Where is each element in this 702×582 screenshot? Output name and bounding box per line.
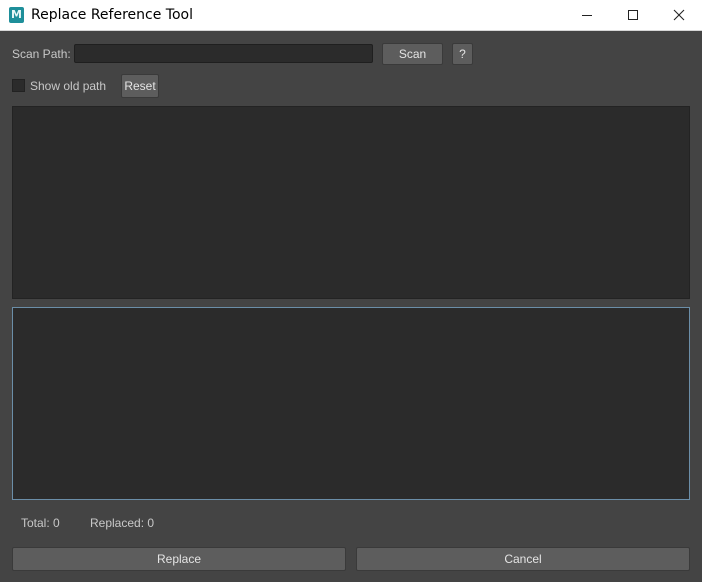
maximize-icon [628,10,638,20]
app-icon-letter: M [11,8,22,21]
close-icon [673,9,685,21]
path-list-panel[interactable] [12,307,690,500]
replace-button[interactable]: Replace [12,547,346,571]
window-title: Replace Reference Tool [31,7,193,23]
scan-path-field[interactable] [74,44,373,63]
scan-button[interactable]: Scan [382,43,443,65]
minimize-button[interactable] [564,0,610,31]
minimize-icon [582,15,592,16]
reset-button[interactable]: Reset [121,74,159,98]
close-button[interactable] [656,0,702,31]
show-old-path-label[interactable]: Show old path [30,79,106,93]
help-button[interactable]: ? [452,43,473,65]
scan-path-input[interactable] [75,45,372,62]
replaced-count-label: Replaced: 0 [90,516,155,530]
scan-path-label: Scan Path: [12,47,71,61]
reference-list-panel[interactable] [12,106,690,299]
cancel-button[interactable]: Cancel [356,547,690,571]
total-count-label: Total: 0 [21,516,60,530]
maximize-button[interactable] [610,0,656,31]
maya-app-icon: M [9,7,24,23]
show-old-path-checkbox[interactable] [12,79,25,92]
title-bar: M Replace Reference Tool [0,0,702,31]
